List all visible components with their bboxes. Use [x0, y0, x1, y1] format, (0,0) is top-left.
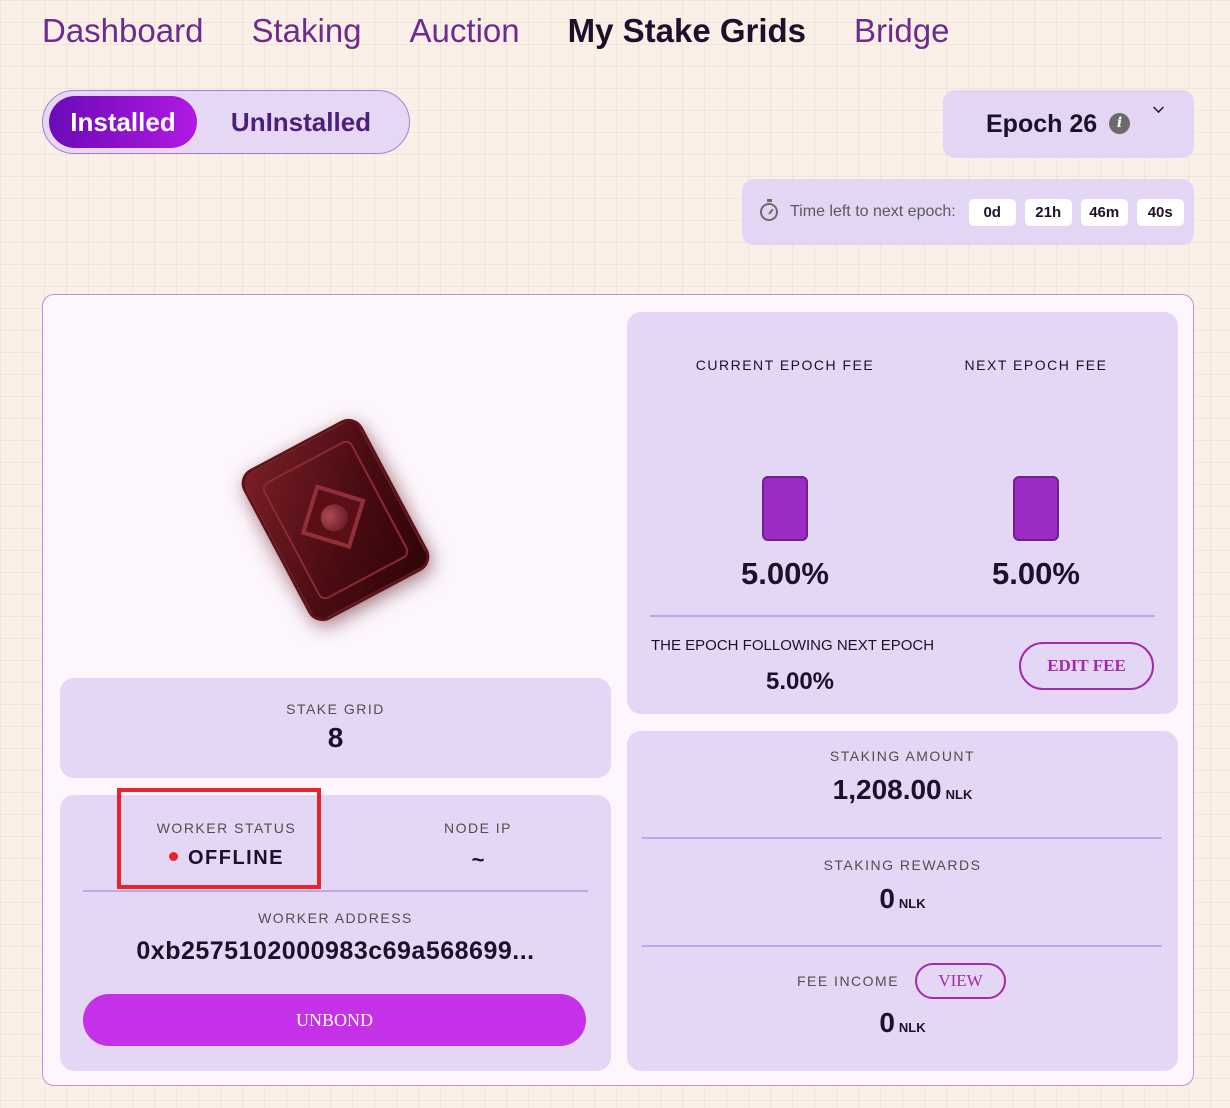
fee-panel: CURRENT EPOCH FEE NEXT EPOCH FEE 5.00% 5… [627, 312, 1178, 714]
nav-dashboard[interactable]: Dashboard [42, 12, 203, 50]
countdown-days: 0d [968, 198, 1016, 226]
nav-staking[interactable]: Staking [251, 12, 361, 50]
info-icon[interactable]: i [1109, 113, 1130, 134]
view-fee-income-button[interactable]: VIEW [915, 963, 1006, 999]
staking-rewards: 0 NLK [627, 883, 1178, 915]
stake-grid-card: STAKE GRID 8 WORKER STATUS OFFLINE NODE … [42, 294, 1194, 1086]
epoch-countdown: Time left to next epoch: 0d 21h 46m 40s [742, 179, 1194, 245]
chevron-down-icon[interactable] [1153, 102, 1164, 113]
stake-grid-panel: STAKE GRID 8 [60, 678, 611, 778]
staking-rewards-label: STAKING REWARDS [823, 857, 982, 873]
unbond-button[interactable]: UNBOND [83, 994, 586, 1046]
stopwatch-icon [760, 199, 778, 221]
nav-my-stake-grids[interactable]: My Stake Grids [568, 12, 806, 50]
fee-income-label: FEE INCOME [796, 973, 900, 989]
nav-auction[interactable]: Auction [410, 12, 520, 50]
next-epoch-fee-label: NEXT EPOCH FEE [964, 357, 1108, 373]
following-epoch-label: THE EPOCH FOLLOWING NEXT EPOCH [651, 637, 935, 654]
staking-rewards-unit: NLK [898, 896, 926, 911]
staking-amount-label: STAKING AMOUNT [829, 748, 976, 764]
staking-panel: STAKING AMOUNT 1,208.00 NLK STAKING REWAR… [627, 731, 1178, 1071]
fee-income-value: 0 [879, 1007, 895, 1038]
staking-amount-unit: NLK [945, 787, 973, 802]
countdown-minutes: 46m [1080, 198, 1128, 226]
worker-status-highlight [117, 788, 321, 889]
node-ip-value: ~ [471, 847, 485, 872]
stake-grid-image [233, 410, 443, 640]
countdown-label: Time left to next epoch: [790, 203, 956, 220]
top-nav: Dashboard Staking Auction My Stake Grids… [42, 12, 997, 50]
current-fee-bar [762, 476, 808, 541]
worker-address-label: WORKER ADDRESS [258, 910, 413, 926]
installed-tab[interactable]: Installed [49, 96, 197, 148]
nav-bridge[interactable]: Bridge [854, 12, 949, 50]
staking-amount: 1,208.00 NLK [627, 774, 1178, 806]
uninstalled-tab[interactable]: UnInstalled [201, 96, 401, 148]
node-ip-label: NODE IP [443, 820, 513, 836]
countdown-seconds: 40s [1136, 198, 1184, 226]
staking-amount-value: 1,208.00 [832, 774, 942, 805]
next-epoch-fee-value: 5.00% [992, 556, 1080, 591]
current-epoch-fee-value: 5.00% [741, 556, 829, 591]
following-epoch-value: 5.00% [765, 668, 835, 695]
epoch-selector[interactable]: Epoch 26 i [943, 90, 1194, 158]
countdown-hours: 21h [1024, 198, 1072, 226]
current-epoch-fee-label: CURRENT EPOCH FEE [695, 357, 875, 373]
epoch-label: Epoch 26 [986, 110, 1098, 138]
stake-grid-value: 8 [327, 722, 344, 753]
edit-fee-button[interactable]: EDIT FEE [1019, 642, 1154, 690]
worker-address-value: 0xb2575102000983c69a568699... [136, 937, 535, 965]
fee-income: 0 NLK [627, 1007, 1178, 1039]
fee-income-unit: NLK [898, 1020, 926, 1035]
stake-grid-label: STAKE GRID [286, 701, 385, 717]
install-filter-toggle: Installed UnInstalled [42, 90, 410, 154]
staking-rewards-value: 0 [879, 883, 895, 914]
next-fee-bar [1013, 476, 1059, 541]
